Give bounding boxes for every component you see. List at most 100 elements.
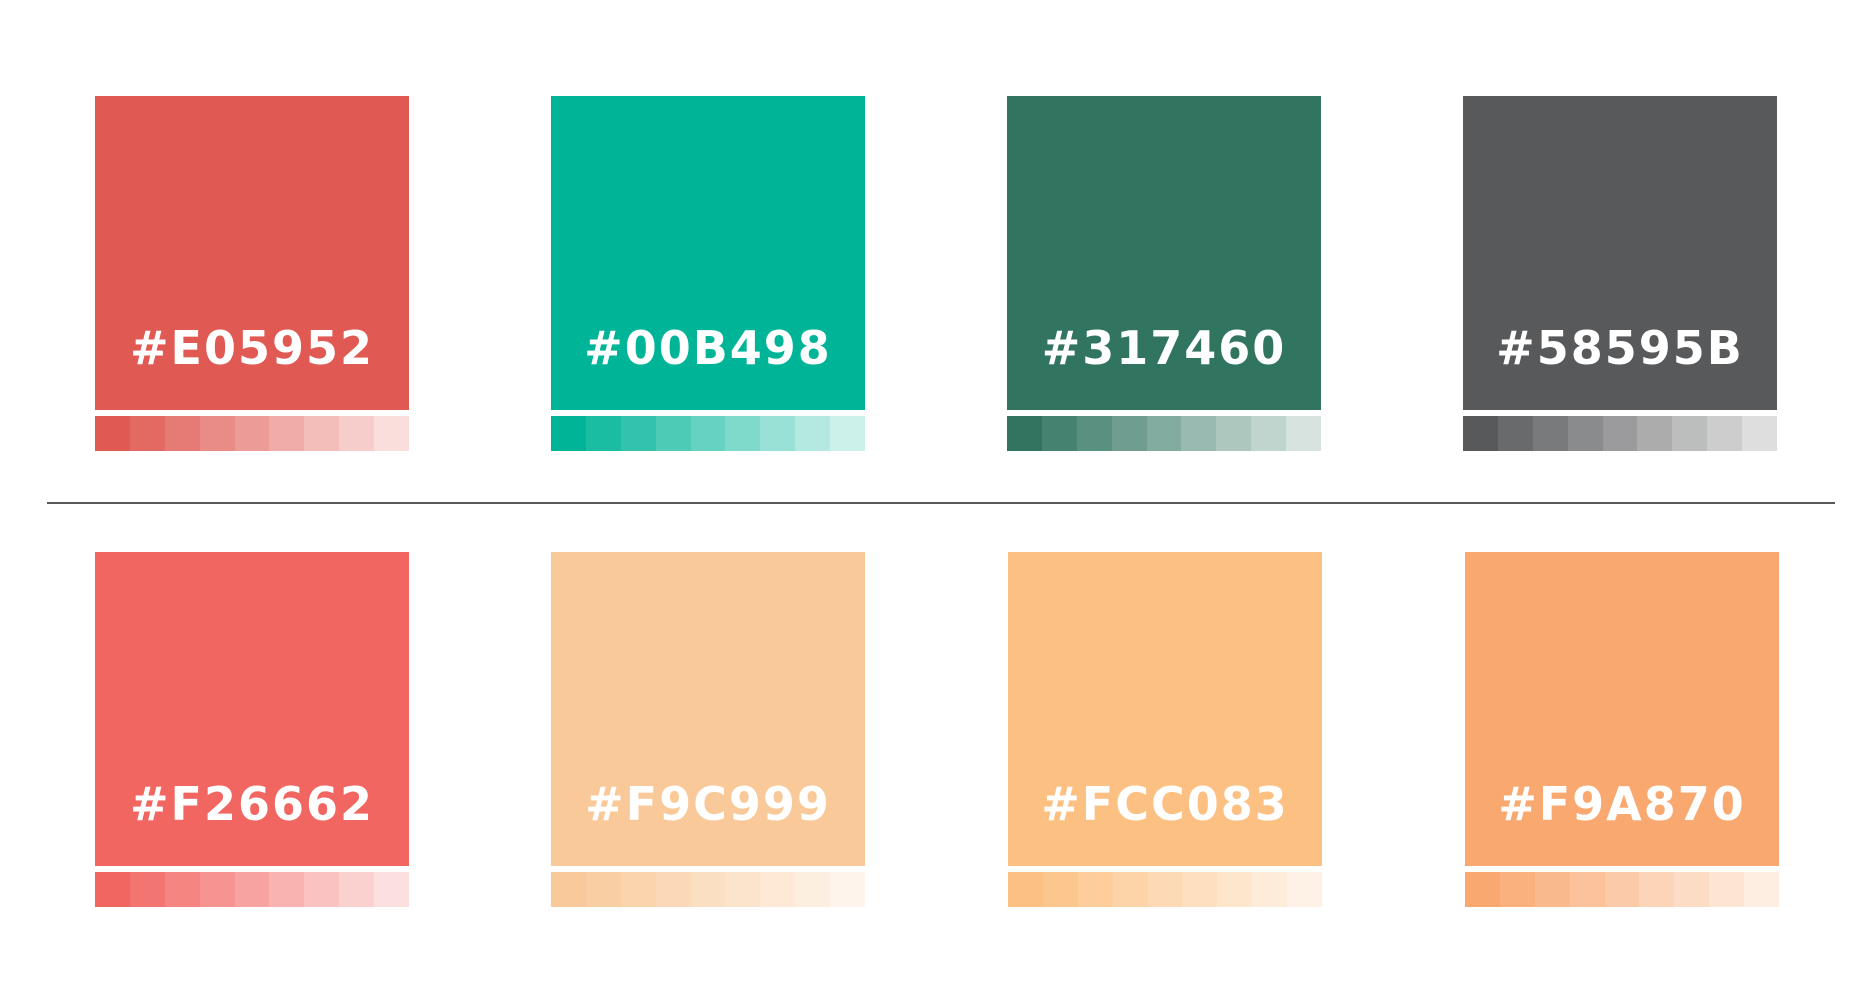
- color-swatch: #F26662: [95, 552, 410, 907]
- tint-cell: [1041, 416, 1077, 451]
- swatch-hex-label: #E05952: [130, 321, 374, 375]
- color-swatch: #317460: [1007, 96, 1322, 451]
- tint-cell: [1639, 872, 1675, 907]
- tint-cell: [1182, 872, 1218, 907]
- tint-cell: [1287, 872, 1323, 907]
- tint-cell: [725, 416, 761, 451]
- tint-cell: [1463, 416, 1498, 451]
- tint-cell: [1252, 872, 1288, 907]
- tint-cell: [1216, 416, 1252, 451]
- tint-cell: [1147, 872, 1183, 907]
- tint-cell: [164, 872, 200, 907]
- tint-cell: [95, 416, 130, 451]
- tint-cell: [1146, 416, 1182, 451]
- tint-cell: [655, 872, 691, 907]
- tint-cell: [1674, 872, 1710, 907]
- swatch-main-color: #317460: [1007, 96, 1321, 410]
- tint-cell: [1217, 872, 1253, 907]
- tint-cell: [199, 872, 235, 907]
- color-swatch: #FCC083: [1008, 552, 1323, 907]
- tint-cell: [1181, 416, 1217, 451]
- swatch-main-color: #F9C999: [551, 552, 865, 866]
- tint-cell: [95, 872, 130, 907]
- tint-cell: [690, 872, 726, 907]
- tint-cell: [1076, 416, 1112, 451]
- tint-cell: [1042, 872, 1078, 907]
- swatch-main-color: #FCC083: [1008, 552, 1322, 866]
- tint-cell: [655, 416, 691, 451]
- tint-cell: [129, 872, 165, 907]
- tint-strip: [95, 416, 410, 451]
- tint-cell: [795, 872, 831, 907]
- swatch-hex-label: #317460: [1041, 321, 1287, 375]
- swatch-hex-label: #F9A870: [1498, 777, 1746, 831]
- color-swatch: #00B498: [551, 96, 866, 451]
- tint-cell: [1602, 416, 1638, 451]
- color-swatch: #E05952: [95, 96, 410, 451]
- swatch-hex-label: #F26662: [130, 777, 374, 831]
- tint-cell: [1742, 416, 1778, 451]
- tint-cell: [1532, 416, 1568, 451]
- tint-cell: [234, 416, 270, 451]
- tint-strip: [551, 416, 866, 451]
- tint-cell: [1569, 872, 1605, 907]
- swatch-hex-label: #FCC083: [1041, 777, 1289, 831]
- tint-cell: [620, 872, 656, 907]
- tint-cell: [1709, 872, 1745, 907]
- tint-cell: [795, 416, 831, 451]
- tint-cell: [1707, 416, 1743, 451]
- swatch-main-color: #F26662: [95, 552, 409, 866]
- tint-cell: [830, 416, 866, 451]
- tint-cell: [269, 416, 305, 451]
- tint-strip: [1008, 872, 1323, 907]
- tint-cell: [690, 416, 726, 451]
- tint-cell: [1534, 872, 1570, 907]
- tint-cell: [1744, 872, 1780, 907]
- tint-cell: [1007, 416, 1042, 451]
- swatch-hex-label: #58595B: [1496, 321, 1744, 375]
- tint-cell: [199, 416, 235, 451]
- tint-cell: [374, 872, 410, 907]
- tint-cell: [1604, 872, 1640, 907]
- tint-cell: [1111, 416, 1147, 451]
- tint-cell: [304, 416, 340, 451]
- tint-cell: [269, 872, 305, 907]
- tint-cell: [304, 872, 340, 907]
- swatch-main-color: #F9A870: [1465, 552, 1779, 866]
- tint-cell: [129, 416, 165, 451]
- tint-cell: [164, 416, 200, 451]
- tint-cell: [620, 416, 656, 451]
- tint-cell: [830, 872, 866, 907]
- tint-cell: [1077, 872, 1113, 907]
- swatch-hex-label: #00B498: [584, 321, 832, 375]
- swatch-main-color: #00B498: [551, 96, 865, 410]
- tint-cell: [374, 416, 410, 451]
- row-divider: [47, 502, 1835, 504]
- tint-cell: [1286, 416, 1322, 451]
- tint-cell: [1497, 416, 1533, 451]
- tint-cell: [1008, 872, 1043, 907]
- color-swatch: #58595B: [1463, 96, 1778, 451]
- tint-cell: [760, 872, 796, 907]
- tint-strip: [1007, 416, 1322, 451]
- swatch-main-color: #E05952: [95, 96, 409, 410]
- color-swatch: #F9A870: [1465, 552, 1780, 907]
- tint-cell: [725, 872, 761, 907]
- tint-strip: [1465, 872, 1780, 907]
- tint-cell: [339, 872, 375, 907]
- tint-strip: [95, 872, 410, 907]
- tint-cell: [234, 872, 270, 907]
- tint-cell: [1465, 872, 1500, 907]
- tint-cell: [1672, 416, 1708, 451]
- tint-cell: [339, 416, 375, 451]
- tint-strip: [1463, 416, 1778, 451]
- tint-cell: [760, 416, 796, 451]
- swatch-main-color: #58595B: [1463, 96, 1777, 410]
- color-swatch: #F9C999: [551, 552, 866, 907]
- swatch-hex-label: #F9C999: [585, 777, 831, 831]
- tint-cell: [551, 872, 586, 907]
- tint-strip: [551, 872, 866, 907]
- tint-cell: [1567, 416, 1603, 451]
- tint-cell: [1251, 416, 1287, 451]
- tint-cell: [551, 416, 586, 451]
